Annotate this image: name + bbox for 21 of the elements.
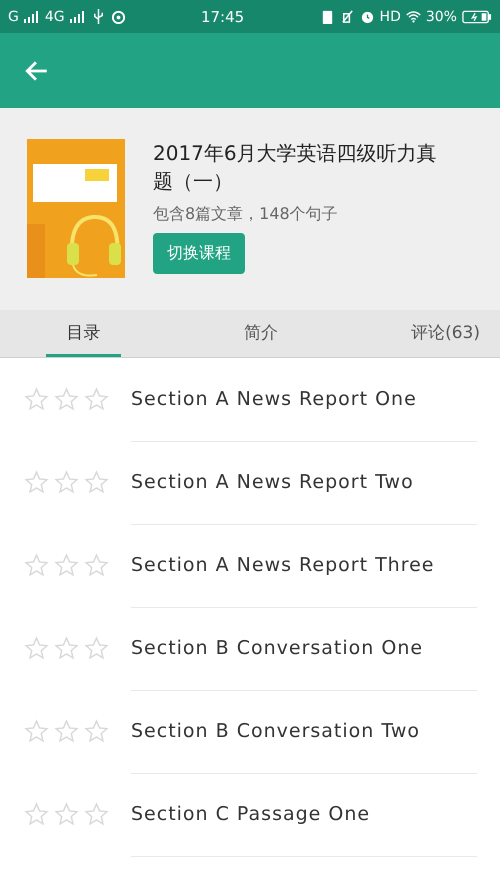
signal-icon (70, 10, 86, 22)
lesson-title[interactable]: Section B Conversation Two (131, 690, 477, 774)
clock: 17:45 (200, 8, 244, 26)
tab[interactable]: 评论(63) (401, 310, 490, 357)
course-summary: 包含8篇文章，148个句子 (153, 204, 338, 225)
network-label: G (8, 8, 19, 24)
lesson-title[interactable]: Section A News Report Three (131, 524, 477, 608)
alarm-icon (360, 9, 375, 24)
battery-icon (462, 10, 492, 24)
lesson-title[interactable]: Section C Passage One (131, 772, 477, 856)
course-title: 2017年6月大学英语四级听力真题（一） (153, 140, 438, 195)
wifi-icon (406, 9, 421, 24)
tab[interactable]: 目录 (46, 310, 121, 357)
lesson-title[interactable]: Section B Conversation One (131, 606, 477, 690)
tab[interactable]: 简介 (224, 310, 299, 357)
hd-label: HD (380, 8, 401, 24)
lesson-title[interactable]: Section A News Report One (131, 358, 477, 442)
network-label: 4G (44, 8, 65, 24)
battery-percent: 30% (426, 8, 457, 24)
signal-icon (24, 10, 40, 22)
lesson-title[interactable]: Section A News Report Two (131, 440, 477, 524)
